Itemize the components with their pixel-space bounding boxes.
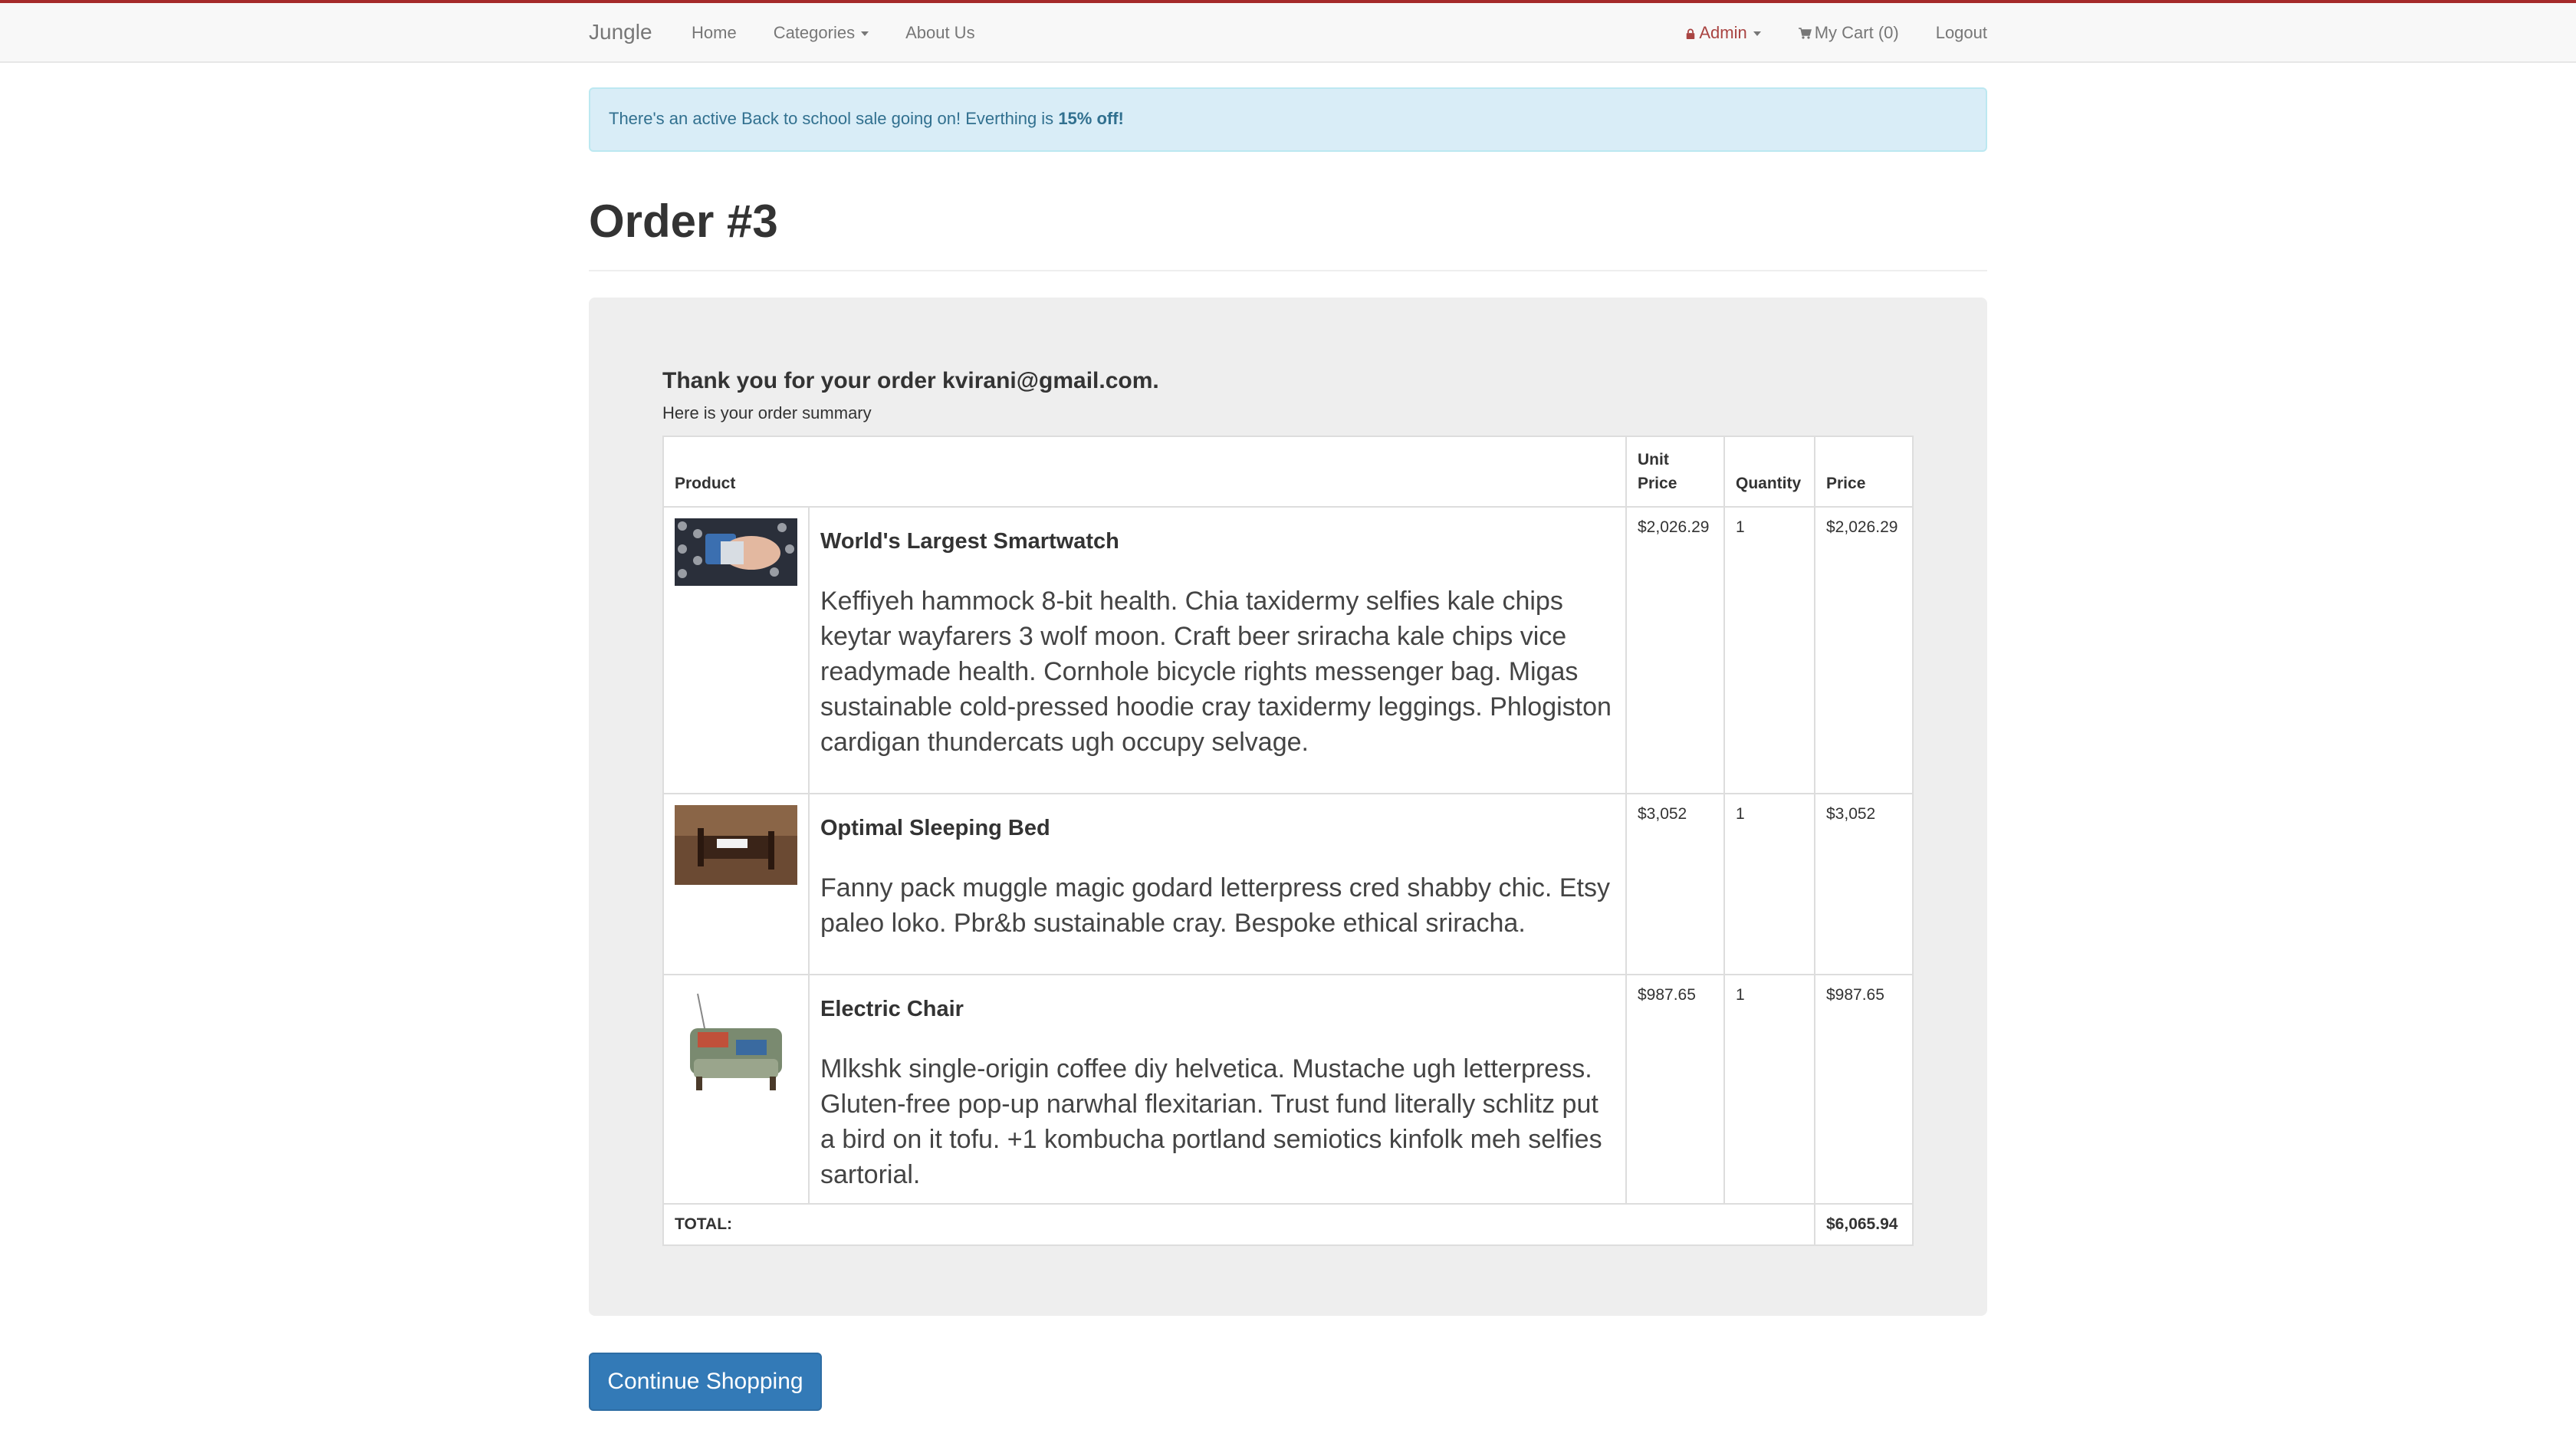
product-info-cell: World's Largest Smartwatch Keffiyeh hamm… [808,506,1627,794]
product-image-cell [662,974,810,1205]
order-summary-panel: Thank you for your order kvirani@gmail.c… [589,298,1987,1316]
nav-admin-dropdown[interactable]: Admin [1685,23,1761,43]
table-header-row: Product Unit Price Quantity Price [662,436,1914,508]
nav-home[interactable]: Home [692,23,737,43]
price-cell: $2,026.29 [1814,506,1914,794]
order-table: Product Unit Price Quantity Price World'… [662,436,1914,1246]
nav-admin-label: Admin [1699,23,1747,42]
table-row: World's Largest Smartwatch Keffiyeh hamm… [662,506,1914,794]
cart-icon [1798,28,1812,39]
lock-icon [1687,28,1695,39]
order-summary-caption: Here is your order summary [662,403,872,422]
product-name: Electric Chair [820,997,964,1021]
table-row: Electric Chair Mlkshk single-origin coff… [662,974,1914,1205]
header-unit-price: Unit Price [1625,436,1725,508]
total-value: $6,065.94 [1814,1203,1914,1246]
price-cell: $987.65 [1814,974,1914,1205]
navbar: Jungle Home Categories About Us Admin My… [0,3,2576,63]
nav-logout[interactable]: Logout [1936,23,1987,43]
thank-you-message: Thank you for your order kvirani@gmail.c… [662,368,1159,393]
caret-down-icon [861,31,869,37]
quantity-cell: 1 [1723,793,1815,975]
chair-image [675,986,797,1109]
product-info-cell: Optimal Sleeping Bed Fanny pack muggle m… [808,793,1627,975]
header-quantity: Quantity [1723,436,1815,508]
brand-link[interactable]: Jungle [589,20,652,44]
unit-price-cell: $3,052 [1625,793,1725,975]
nav-categories-label: Categories [773,23,856,42]
nav-categories-dropdown[interactable]: Categories [774,23,869,43]
price-cell: $3,052 [1814,793,1914,975]
product-image-cell [662,506,810,794]
header-product: Product [662,436,1627,508]
bed-image [675,805,797,885]
title-divider [589,270,1987,271]
sale-alert-text: There's an active Back to school sale go… [609,109,1059,128]
sale-alert-highlight: 15% off! [1058,109,1124,128]
product-info-cell: Electric Chair Mlkshk single-origin coff… [808,974,1627,1205]
product-image-cell [662,793,810,975]
total-label: TOTAL: [662,1203,1815,1246]
product-name: World's Largest Smartwatch [820,529,1119,554]
unit-price-cell: $2,026.29 [1625,506,1725,794]
total-row: TOTAL: $6,065.94 [662,1203,1914,1246]
product-description: Fanny pack muggle magic godard letterpre… [820,873,1610,938]
sale-alert: There's an active Back to school sale go… [589,87,1987,152]
caret-down-icon [1753,31,1761,37]
product-name: Optimal Sleeping Bed [820,816,1050,840]
quantity-cell: 1 [1723,506,1815,794]
table-row: Optimal Sleeping Bed Fanny pack muggle m… [662,793,1914,975]
product-description: Mlkshk single-origin coffee diy helvetic… [820,1054,1602,1189]
product-description: Keffiyeh hammock 8-bit health. Chia taxi… [820,587,1612,757]
smartwatch-image [675,518,797,586]
nav-about[interactable]: About Us [905,23,975,43]
unit-price-cell: $987.65 [1625,974,1725,1205]
nav-cart-label: My Cart (0) [1814,23,1899,42]
header-price: Price [1814,436,1914,508]
continue-shopping-button[interactable]: Continue Shopping [589,1353,822,1411]
page-title: Order #3 [589,196,778,247]
quantity-cell: 1 [1723,974,1815,1205]
nav-cart[interactable]: My Cart (0) [1798,23,1899,43]
